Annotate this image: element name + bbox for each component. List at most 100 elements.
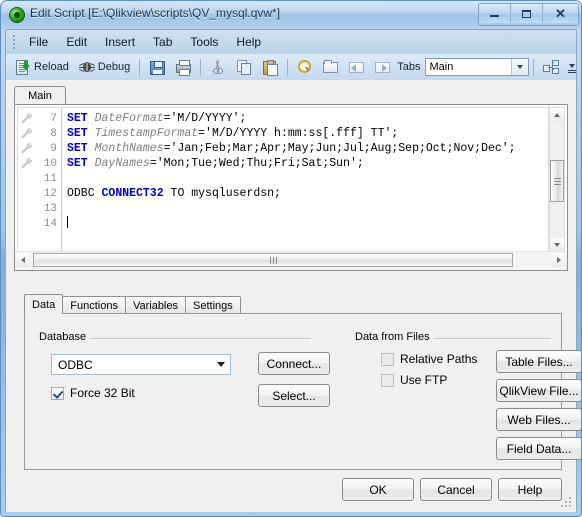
code-token-plain: ODBC	[67, 187, 102, 200]
open-folder-button[interactable]	[317, 57, 343, 77]
toolbar-overflow-button[interactable]	[568, 57, 577, 77]
gutter-row[interactable]: 7	[18, 111, 61, 126]
gutter-row[interactable]: 14	[18, 216, 61, 231]
script-tab-main[interactable]: Main	[14, 86, 66, 105]
code-token-plain: ='Jan;Feb;Mar;Apr;May;Jun;Jul;Aug;Sep;Oc…	[163, 142, 516, 155]
database-type-combo[interactable]: ODBC	[51, 354, 231, 375]
database-groupbox: Database ODBC Force 32 Bit Connect... Se…	[39, 331, 330, 434]
web-files-button[interactable]: Web Files...	[496, 408, 581, 431]
ok-button[interactable]: OK	[342, 478, 414, 501]
menu-item-file[interactable]: File	[20, 32, 57, 52]
relative-paths-checkbox[interactable]: Relative Paths	[381, 352, 477, 366]
editor-vertical-scrollbar[interactable]	[549, 107, 565, 253]
maximize-button[interactable]	[511, 4, 543, 23]
line-number: 12	[43, 187, 57, 200]
overflow-bars-icon	[568, 69, 577, 71]
editor-horizontal-scrollbar[interactable]	[15, 251, 567, 270]
menu-item-tab[interactable]: Tab	[144, 32, 181, 52]
code-token-variable: DayNames	[94, 157, 150, 170]
table-files-button[interactable]: Table Files...	[496, 350, 581, 373]
arrow-right-icon	[374, 59, 391, 75]
reload-label: Reload	[34, 61, 69, 73]
cancel-button[interactable]: Cancel	[420, 478, 492, 501]
tab-variables[interactable]: Variables	[124, 296, 186, 314]
checkbox-box	[381, 352, 394, 366]
script-tab-strip: Main	[14, 86, 568, 105]
code-line: ODBC CONNECT32 TO mysqluserdsn;	[67, 186, 548, 201]
qlikview-file-button[interactable]: QlikView File...	[496, 379, 581, 402]
scissors-icon	[210, 59, 226, 75]
code-editor[interactable]: 7 8 9 10 11 12 13 14 SET DateFormat='M/D/YYYY';…	[17, 107, 549, 253]
gutter-row[interactable]: 12	[18, 186, 61, 201]
close-button[interactable]: ✕	[543, 4, 578, 23]
code-token-plain: ='M/D/YYYY h:mm:ss[.fff] TT';	[198, 127, 399, 140]
dialog-content: Main 7 8 9 10 11 12 13 14 SET DateFormat='M/D/Y…	[6, 80, 581, 512]
tab-settings[interactable]: Settings	[185, 296, 241, 314]
close-icon: ✕	[555, 6, 566, 21]
scroll-up-button[interactable]	[550, 108, 564, 122]
copy-button[interactable]	[231, 57, 257, 77]
qlikview-logo-icon	[9, 7, 25, 23]
connect-button[interactable]: Connect...	[258, 352, 330, 375]
toolbar-separator	[533, 58, 535, 76]
gutter-row[interactable]: 11	[18, 171, 61, 186]
database-group-legend: Database	[39, 331, 91, 343]
chevron-down-icon[interactable]	[212, 356, 229, 373]
wrench-icon	[21, 143, 33, 154]
files-group-legend: Data from Files	[355, 331, 434, 343]
scroll-down-button[interactable]	[550, 238, 564, 252]
menu-item-help[interactable]: Help	[227, 32, 270, 52]
code-text[interactable]: SET DateFormat='M/D/YYYY'; SET TimestampF…	[62, 108, 548, 252]
menu-item-tools[interactable]: Tools	[181, 32, 227, 52]
next-tab-button[interactable]	[369, 57, 395, 77]
tab-functions[interactable]: Functions	[62, 296, 126, 314]
clipboard-icon	[262, 59, 278, 76]
cut-button[interactable]	[205, 57, 231, 77]
gutter-row[interactable]: 8	[18, 126, 61, 141]
toolbar-separator	[286, 58, 288, 76]
line-number: 7	[50, 112, 57, 125]
tab-data[interactable]: Data	[24, 294, 64, 314]
organize-tabs-button[interactable]	[538, 57, 564, 77]
paste-button[interactable]	[257, 57, 283, 77]
previous-tab-button[interactable]	[343, 57, 369, 77]
line-number: 14	[43, 217, 57, 230]
horizontal-scroll-thumb[interactable]	[33, 253, 513, 267]
gutter-row[interactable]: 10	[18, 156, 61, 171]
printer-icon	[175, 59, 191, 76]
data-from-files-groupbox: Data from Files Relative Paths Use FTP T…	[355, 331, 581, 468]
scroll-right-button[interactable]	[552, 253, 566, 267]
minimize-button[interactable]	[479, 4, 511, 23]
code-line: SET DateFormat='M/D/YYYY';	[67, 111, 548, 126]
menu-item-edit[interactable]: Edit	[57, 32, 96, 52]
print-button[interactable]	[170, 57, 196, 77]
code-token-variable: DateFormat	[94, 112, 164, 125]
floppy-disk-icon	[149, 59, 165, 75]
code-token-variable: TimestampFormat	[94, 127, 199, 140]
save-button[interactable]	[144, 57, 170, 77]
vertical-scroll-thumb[interactable]	[550, 160, 564, 202]
debug-button[interactable]: Debug	[74, 57, 135, 77]
select-button[interactable]: Select...	[258, 384, 330, 407]
search-icon	[296, 59, 312, 75]
menu-grip-handle[interactable]	[9, 34, 18, 50]
scroll-left-button[interactable]	[16, 253, 30, 267]
tabs-dropdown[interactable]: Main	[424, 58, 530, 76]
reload-icon	[15, 59, 31, 75]
minimize-icon	[479, 4, 510, 23]
use-ftp-checkbox[interactable]: Use FTP	[381, 373, 447, 387]
maximize-icon	[511, 4, 542, 23]
gutter-row[interactable]: 9	[18, 141, 61, 156]
menu-item-insert[interactable]: Insert	[96, 32, 144, 52]
arrow-left-icon	[348, 59, 365, 75]
help-button[interactable]: Help	[498, 478, 562, 501]
field-data-button[interactable]: Field Data...	[496, 437, 581, 460]
force-32-bit-checkbox[interactable]: Force 32 Bit	[51, 386, 135, 400]
find-button[interactable]	[291, 57, 317, 77]
text-caret	[67, 216, 68, 228]
chevron-down-icon[interactable]	[511, 59, 529, 75]
reload-button[interactable]: Reload	[10, 57, 74, 77]
gutter-row[interactable]: 13	[18, 201, 61, 216]
copy-icon	[236, 59, 252, 75]
resize-grip[interactable]	[561, 497, 573, 509]
